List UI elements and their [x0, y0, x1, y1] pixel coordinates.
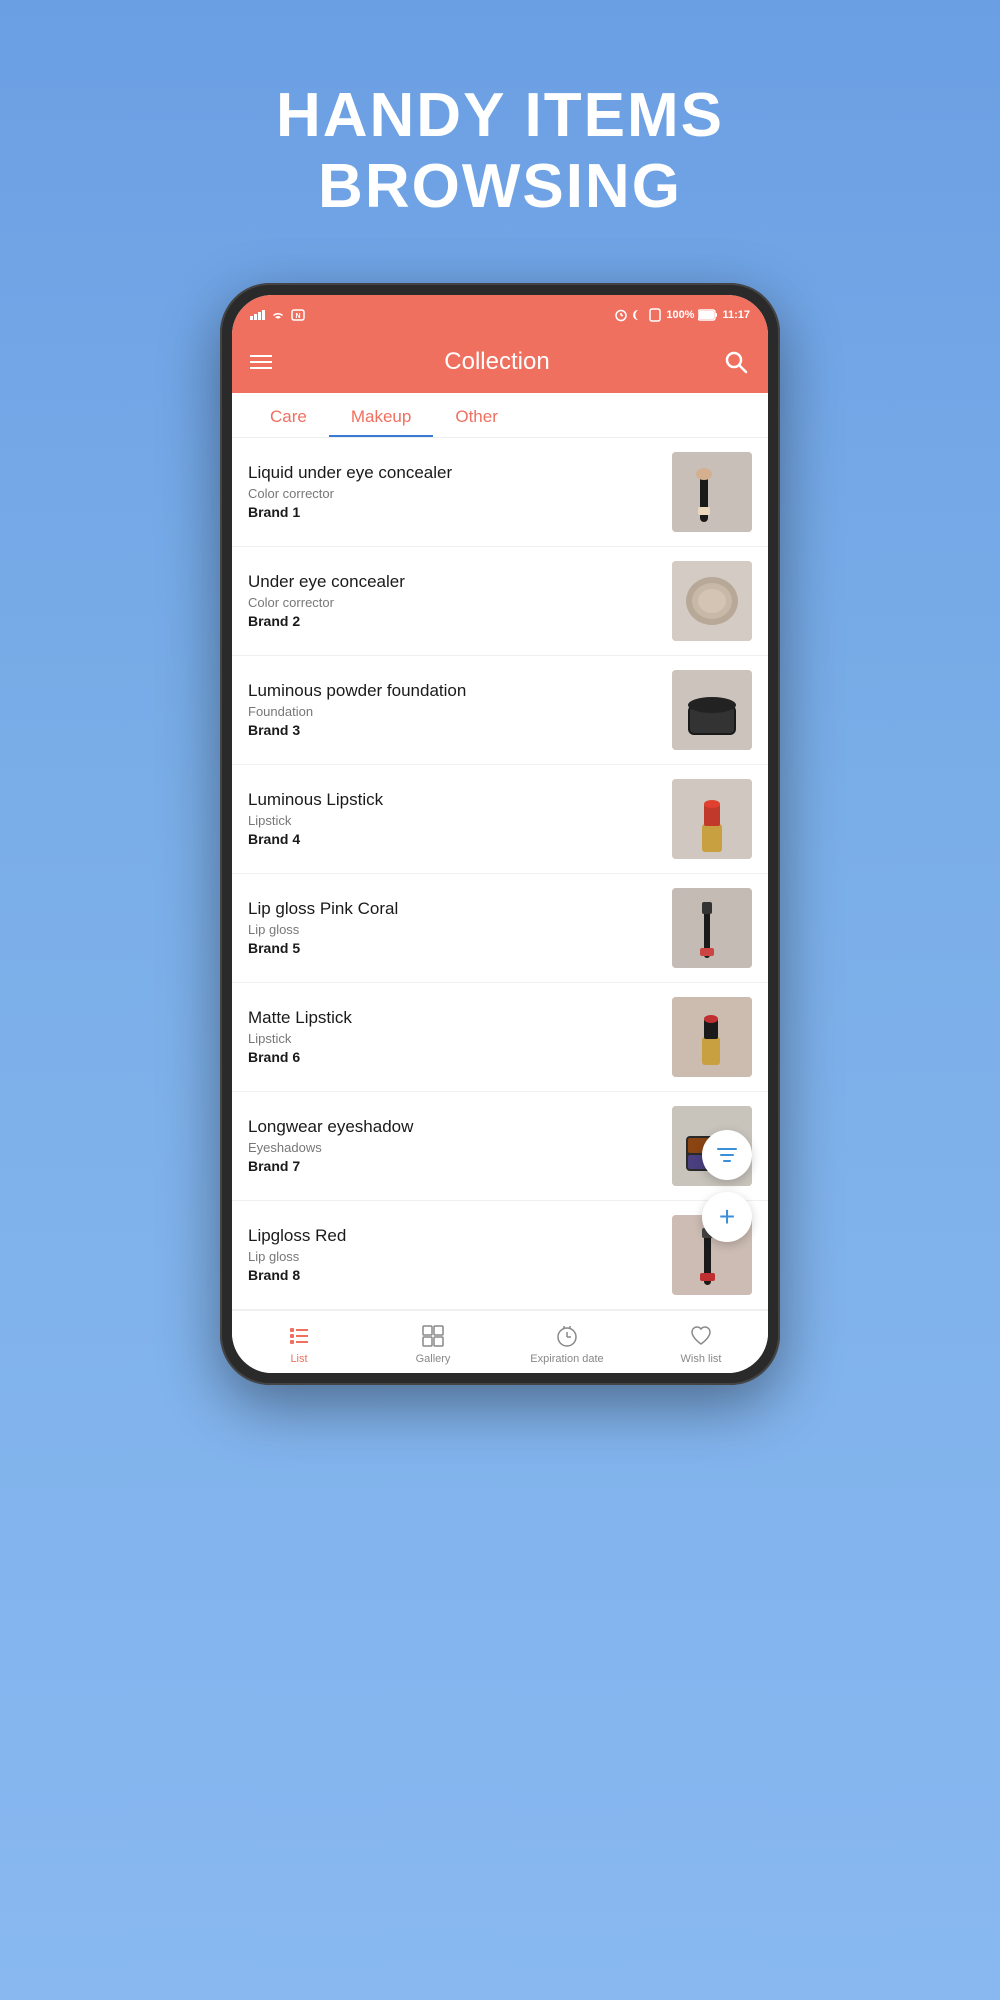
nav-expiration-label: Expiration date	[530, 1353, 603, 1365]
nav-list-label: List	[290, 1353, 307, 1365]
item-thumbnail	[672, 997, 752, 1077]
item-name: Longwear eyeshadow	[248, 1117, 662, 1137]
item-thumbnail	[672, 452, 752, 532]
list-item[interactable]: Lipgloss Red Lip gloss Brand 8	[232, 1201, 768, 1310]
tab-other[interactable]: Other	[433, 393, 520, 437]
item-name: Lipgloss Red	[248, 1226, 662, 1246]
item-brand: Brand 5	[248, 940, 662, 956]
hero-title: HANDY ITEMS BROWSING	[276, 80, 724, 223]
list-item[interactable]: Under eye concealer Color corrector Bran…	[232, 547, 768, 656]
list-item-info: Luminous powder foundation Foundation Br…	[248, 681, 662, 738]
list-nav-icon	[286, 1323, 312, 1349]
status-time: 11:17	[722, 309, 750, 321]
nfc-icon: N	[291, 309, 305, 321]
item-thumbnail	[672, 670, 752, 750]
battery-percent: 100%	[666, 309, 694, 321]
list-item-info: Lip gloss Pink Coral Lip gloss Brand 5	[248, 899, 662, 956]
item-thumbnail	[672, 561, 752, 641]
nav-list[interactable]: List	[232, 1319, 366, 1369]
item-category: Lipstick	[248, 813, 662, 828]
tab-makeup[interactable]: Makeup	[329, 393, 433, 437]
item-brand: Brand 1	[248, 504, 662, 520]
item-category: Lip gloss	[248, 1249, 662, 1264]
hamburger-button[interactable]	[250, 355, 272, 369]
list-content-area: Liquid under eye concealer Color correct…	[232, 438, 768, 1310]
filter-icon	[716, 1146, 738, 1164]
status-right: 100% 11:17	[614, 308, 750, 322]
item-brand: Brand 8	[248, 1267, 662, 1283]
app-bar: Collection	[232, 331, 768, 393]
svg-text:N: N	[295, 313, 300, 320]
item-brand: Brand 4	[248, 831, 662, 847]
phone-screen: N 100%	[232, 295, 768, 1373]
wifi-icon	[270, 309, 286, 321]
list-item-info: Liquid under eye concealer Color correct…	[248, 463, 662, 520]
item-name: Liquid under eye concealer	[248, 463, 662, 483]
bottom-nav: List Gallery Expirati	[232, 1310, 768, 1373]
bar3	[258, 312, 261, 320]
item-brand: Brand 7	[248, 1158, 662, 1174]
list-item-info: Longwear eyeshadow Eyeshadows Brand 7	[248, 1117, 662, 1174]
fab-add-button[interactable]: +	[702, 1192, 752, 1242]
item-name: Under eye concealer	[248, 572, 662, 592]
item-name: Luminous powder foundation	[248, 681, 662, 701]
nav-wishlist-label: Wish list	[681, 1353, 722, 1365]
item-brand: Brand 3	[248, 722, 662, 738]
nav-expiration[interactable]: Expiration date	[500, 1319, 634, 1369]
list-item[interactable]: Luminous powder foundation Foundation Br…	[232, 656, 768, 765]
tabs-bar: Care Makeup Other	[232, 393, 768, 438]
list-item-info: Matte Lipstick Lipstick Brand 6	[248, 1008, 662, 1065]
list-item[interactable]: Liquid under eye concealer Color correct…	[232, 438, 768, 547]
phone-frame: N 100%	[220, 283, 780, 1385]
item-category: Lip gloss	[248, 922, 662, 937]
wishlist-nav-icon	[688, 1323, 714, 1349]
alarm-icon	[614, 308, 628, 322]
list-item[interactable]: Matte Lipstick Lipstick Brand 6	[232, 983, 768, 1092]
moon-icon	[632, 308, 644, 322]
item-category: Eyeshadows	[248, 1140, 662, 1155]
status-bar: N 100%	[232, 295, 768, 331]
item-thumbnail	[672, 888, 752, 968]
bar1	[250, 316, 253, 320]
app-bar-title: Collection	[444, 348, 549, 376]
item-brand: Brand 6	[248, 1049, 662, 1065]
fab-filter-button[interactable]	[702, 1130, 752, 1180]
status-left: N	[250, 309, 305, 321]
list-item[interactable]: Luminous Lipstick Lipstick Brand 4	[232, 765, 768, 874]
item-category: Foundation	[248, 704, 662, 719]
phone-icon	[648, 308, 662, 322]
bar2	[254, 314, 257, 320]
nav-gallery-label: Gallery	[416, 1353, 451, 1365]
search-button[interactable]	[722, 348, 750, 376]
item-name: Matte Lipstick	[248, 1008, 662, 1028]
gallery-nav-icon	[420, 1323, 446, 1349]
nav-gallery[interactable]: Gallery	[366, 1319, 500, 1369]
signal-bars	[250, 310, 265, 320]
list-item[interactable]: Longwear eyeshadow Eyeshadows Brand 7	[232, 1092, 768, 1201]
tab-care[interactable]: Care	[248, 393, 329, 437]
item-brand: Brand 2	[248, 613, 662, 629]
list-item-info: Lipgloss Red Lip gloss Brand 8	[248, 1226, 662, 1283]
item-name: Lip gloss Pink Coral	[248, 899, 662, 919]
list-item[interactable]: Lip gloss Pink Coral Lip gloss Brand 5	[232, 874, 768, 983]
item-category: Color corrector	[248, 595, 662, 610]
battery-icon	[698, 309, 718, 321]
item-name: Luminous Lipstick	[248, 790, 662, 810]
list-item-info: Under eye concealer Color corrector Bran…	[248, 572, 662, 629]
expiration-nav-icon	[554, 1323, 580, 1349]
bar4	[262, 310, 265, 320]
item-category: Color corrector	[248, 486, 662, 501]
item-thumbnail	[672, 779, 752, 859]
nav-wishlist[interactable]: Wish list	[634, 1319, 768, 1369]
list-item-info: Luminous Lipstick Lipstick Brand 4	[248, 790, 662, 847]
item-category: Lipstick	[248, 1031, 662, 1046]
items-list: Liquid under eye concealer Color correct…	[232, 438, 768, 1310]
